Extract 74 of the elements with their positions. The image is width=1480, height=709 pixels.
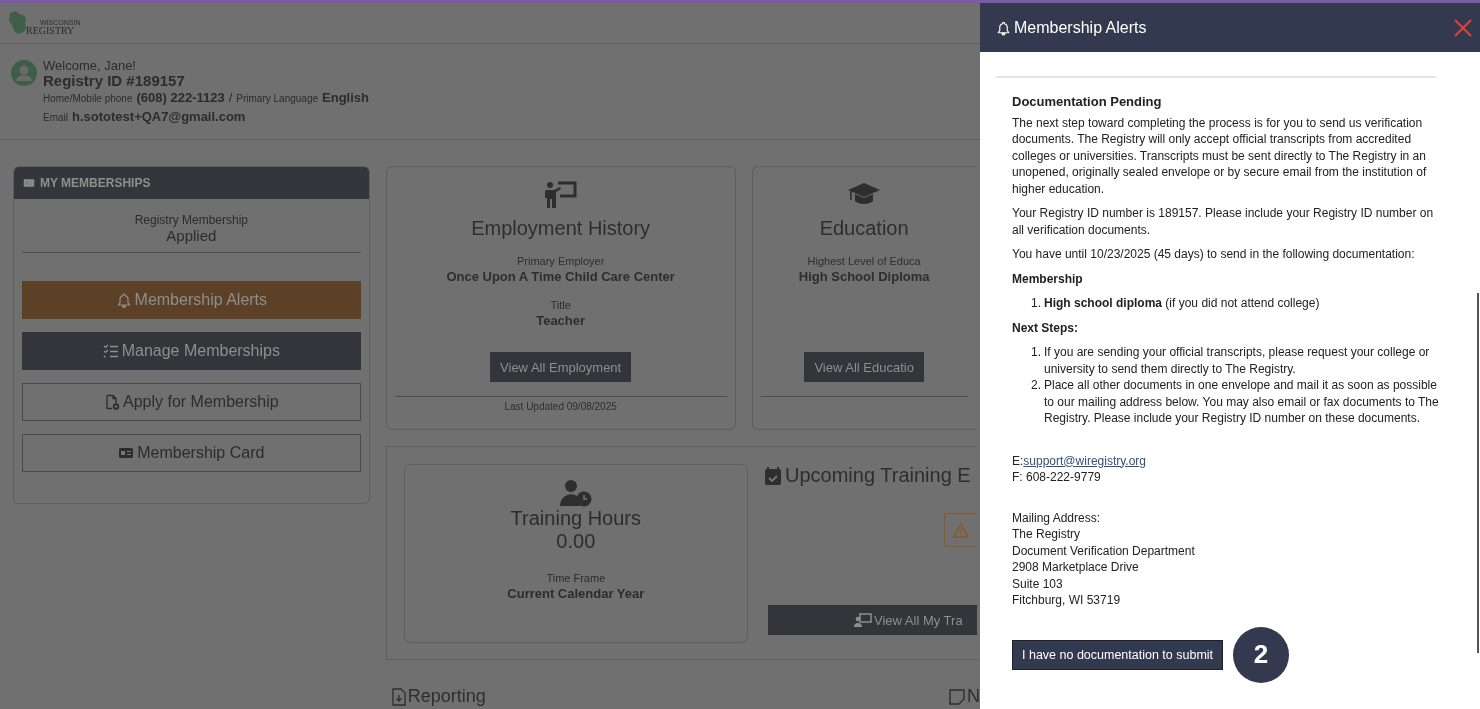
address-line: Mailing Address: [1012,509,1102,526]
chalkboard-user-icon [854,613,872,627]
fax-number: F: 608-222-9779 [1012,469,1102,486]
phone-number: (608) 222-1123 [136,89,225,107]
field-value: Once Upon A Time Child Care Center [446,268,675,286]
alerts-button[interactable]: Membership Alerts [22,281,361,319]
file-download-icon [391,687,406,706]
address-line: The Registry [1012,526,1082,543]
drawer-title: Membership Alerts [1014,18,1148,37]
section-title: Upcoming Training E [785,464,971,487]
field-label: Title [550,298,571,312]
id-card-icon [118,445,135,461]
field-value: Teacher [536,312,586,330]
field-value: High School Diploma [798,268,930,286]
menu-button[interactable]: Membership Card [22,434,361,472]
list-heading: Membership [1012,270,1084,287]
list-item-text: If you are sending your official transcripts, please request your college or university to send them directly to The Registry. [1044,344,1431,377]
membership-status: Applied [165,227,218,244]
list-number: 1. [1031,295,1041,312]
note-icon [949,688,965,705]
warning-icon [952,522,969,538]
list-number: 2. [1031,377,1041,394]
bell-icon [115,292,132,308]
card-title: Employment History [471,217,651,240]
list-number: 1. [1031,344,1041,361]
bell-icon [996,19,1011,36]
view-all-button[interactable]: View All Employment [490,352,632,382]
step-badge: 2 [1233,626,1290,683]
paragraph: You have until 10/23/2025 (45 days) to send in the following documentation: [1012,246,1416,263]
address-line: Document Verification Department [1012,542,1196,559]
person-clock-icon [558,479,593,507]
section-heading: Documentation Pending [1012,94,1163,111]
menu-button[interactable]: Apply for Membership [22,383,361,421]
field-label: Time Frame [546,571,606,585]
address-line: 2908 Marketplace Drive [1012,559,1140,576]
phone-label: Home/Mobile phone [43,92,133,106]
card-title: Training Hours [510,507,642,530]
logo-title: REGISTRY [26,26,76,36]
view-all-button[interactable]: View All Educatio [804,352,924,382]
address-line: Fitchburg, WI 53719 [1012,592,1122,609]
section-title: Reporting [407,686,486,707]
email-label: E: [1012,453,1024,468]
email-link[interactable]: support@wiregistry.org [1023,453,1146,468]
hours-value: 0.00 [556,530,596,553]
field-label: Primary Employer [516,254,605,268]
checklist-icon [102,343,119,359]
registry-id: Registry ID #189157 [43,73,186,89]
view-all-button[interactable]: View All My Tra [768,605,977,635]
list-heading: Next Steps: [1012,319,1080,336]
file-plus-icon [104,394,120,410]
field-value: Current Calendar Year [507,585,645,603]
paragraph: The next step toward completing the process is for you to send us verification documents. The Registry will only accept official transcripts from accredited colleges or universities. Transcripts must be sent directly to The Registry in an unopened, originally sealed envelope or by secure email from the institution of higher education. [1012,114,1428,197]
field-label: Highest Level of Educa [807,254,921,268]
membership-label: Registry Membership [133,213,249,227]
id-card-icon [23,177,35,189]
calendar-check-icon [764,465,782,486]
card-title: Education [819,217,909,240]
separator: / [228,89,233,107]
section-title: N [967,686,980,707]
language-value: English [322,89,369,107]
avatar-icon [11,60,37,86]
welcome-text: Welcome, Jane! [43,58,137,73]
paragraph: Your Registry ID number is 189157. Please include your Registry ID number on all verification documents. [1012,205,1435,238]
teacher-board-icon [543,181,578,209]
last-updated-text: Last Updated 09/08/2025 [504,401,617,412]
list-item-text: High school diploma (if you did not attend college) [1044,295,1320,312]
email-address: h.sototest+QA7@gmail.com [72,108,246,126]
menu-button[interactable]: Manage Memberships [22,332,361,370]
no-documentation-button[interactable]: I have no documentation to submit [1012,639,1224,670]
list-item-text: Place all other documents in one envelope and mail it as soon as possible to our mailing address below. You may also email or fax documents to The Registry. Please include your Registry ID number on these documents. [1044,377,1440,427]
card-title: MY MEMBERSHIPS [40,176,151,190]
email-label: Email [43,111,68,125]
address-line: Suite 103 [1012,575,1064,592]
language-label: Primary Language [236,92,319,106]
